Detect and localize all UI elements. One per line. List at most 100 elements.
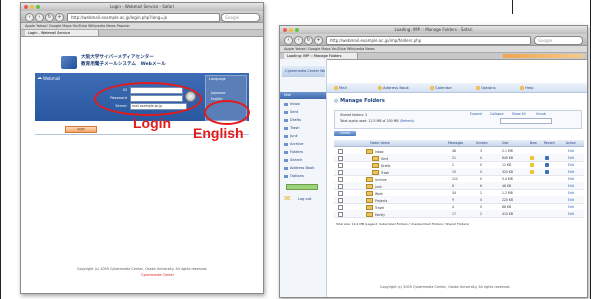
sidebar-item-junk[interactable]: Junk: [284, 134, 298, 138]
cell-size: 12 KB: [502, 163, 511, 167]
sidebar-item-label: Address Book: [290, 166, 315, 170]
sidebar-item-label: Junk: [290, 134, 298, 138]
menu-icon: [476, 86, 480, 90]
create-folder-button[interactable]: Create: [334, 131, 356, 136]
cell-messages: 6: [452, 184, 454, 188]
login-tab[interactable]: Login - Webmail Service: [25, 30, 99, 36]
menu-options[interactable]: Options: [476, 85, 496, 90]
login-footer: Copyright (c) 2009 Cybermedia Center, Os…: [77, 267, 208, 271]
mail-search-box[interactable]: Google: [534, 36, 583, 45]
cell-text: Edit: [568, 197, 574, 202]
column-header[interactable]: Messages: [448, 141, 463, 145]
new-mail-icon: [530, 169, 534, 174]
cell-text: 48: [452, 148, 456, 153]
view-option-expand[interactable]: Expand: [470, 112, 482, 116]
login-footer-link[interactable]: Cybermedia Center: [141, 273, 174, 277]
cell-action[interactable]: Edit: [568, 149, 574, 153]
cell-unseen: 0: [480, 170, 482, 174]
manual-button[interactable]: Login: [65, 126, 97, 133]
login-bookmarks-bar[interactable]: Apple Yahoo! Google Maps YouTube Wikiped…: [21, 23, 263, 30]
reload-icon[interactable]: ↻: [45, 13, 54, 22]
mail-back-arrow-icon[interactable]: ‹: [284, 36, 293, 45]
webmail-cloud-icon: ☁: [37, 75, 42, 81]
cell-text: Junk: [375, 184, 382, 189]
sidebar-item-drafts[interactable]: Drafts: [284, 118, 301, 122]
cell-text: 6: [480, 183, 482, 188]
cell-text: Edit: [568, 183, 574, 188]
cell-action[interactable]: Edit: [568, 163, 574, 167]
new-mail-icon: [530, 162, 534, 167]
manage-folders-heading: ◎ Manage Folders: [334, 98, 385, 104]
language-option-japanese[interactable]: Japanese: [211, 91, 225, 95]
column-header[interactable]: Folder Name: [370, 141, 390, 145]
cell-action[interactable]: Edit: [568, 198, 574, 202]
folder-icon: [366, 211, 373, 217]
sidebar-item-label: Archive: [290, 142, 304, 146]
cell-action[interactable]: Edit: [568, 184, 574, 188]
cell-text: Sent: [381, 156, 389, 161]
cell-text: 2.1 MB: [502, 148, 513, 153]
view-option-collapse[interactable]: Collapse: [490, 112, 504, 116]
cell-action[interactable]: Edit: [568, 205, 574, 209]
mail-address-bar[interactable]: http://webmail.example.ac.jp/imp/folders…: [326, 36, 531, 45]
menu-help[interactable]: Help: [520, 85, 534, 90]
cell-action[interactable]: Edit: [568, 191, 574, 195]
login-address-bar[interactable]: http://webmail.example.ac.jp/login.php?l…: [67, 13, 220, 22]
cell-text: Edit: [568, 211, 574, 216]
menu-calendar[interactable]: Calendar: [430, 85, 452, 90]
menu-address-book[interactable]: Address Book: [378, 85, 409, 90]
cell-action[interactable]: Edit: [568, 170, 574, 174]
cell-text: 12 KB: [502, 162, 512, 167]
login-search-box[interactable]: Google: [221, 13, 260, 22]
sidebar-item-sent[interactable]: Sent: [284, 110, 298, 114]
column-header[interactable]: New: [530, 141, 537, 145]
mail-reload-icon[interactable]: ↻: [304, 36, 313, 45]
logout-link[interactable]: Log out: [298, 197, 311, 201]
cell-name[interactable]: Family: [366, 211, 385, 217]
sidebar-item-folders[interactable]: Folders: [284, 150, 303, 154]
column-header[interactable]: Recent: [544, 141, 555, 145]
recent-mail-icon: [545, 162, 549, 167]
cell-text: 48 KB: [502, 183, 512, 188]
sidebar-item-inbox[interactable]: Inbox: [284, 102, 300, 106]
cell-text: 410 KB: [502, 211, 514, 216]
cell-text: 0: [480, 155, 482, 160]
column-header[interactable]: Unseen: [476, 141, 488, 145]
back-arrow-icon[interactable]: ‹: [25, 13, 34, 22]
cell-text: Work: [375, 191, 383, 196]
cell-action[interactable]: Edit: [568, 212, 574, 216]
mail-bookmarks-bar[interactable]: Apple Yahoo! Google Maps YouTube Wikiped…: [280, 46, 587, 53]
cell-size: 640 KB: [502, 156, 513, 160]
folder-icon: [284, 166, 288, 170]
sidebar-item-archive[interactable]: Archive: [284, 142, 303, 146]
info-field-box[interactable]: [500, 118, 552, 124]
mail-footer-text: Copyright (c) 2009 Cybermedia Center, Os…: [380, 285, 511, 289]
add-bookmark-icon[interactable]: +: [55, 13, 64, 22]
column-header[interactable]: Size: [502, 141, 508, 145]
mail-forward-arrow-icon[interactable]: ›: [294, 36, 303, 45]
column-header[interactable]: Action: [566, 141, 576, 145]
menu-label: Address Book: [383, 85, 409, 90]
cell-text: Edit: [568, 162, 574, 167]
cell-action[interactable]: Edit: [568, 177, 574, 181]
mail-add-bookmark-icon[interactable]: +: [314, 36, 323, 45]
view-option-unsub[interactable]: Unsub: [536, 112, 546, 116]
folder-icon: [284, 126, 288, 130]
sidebar-item-options[interactable]: Options: [284, 174, 304, 178]
cell-action[interactable]: Edit: [568, 156, 574, 160]
cell-text: Edit: [568, 155, 574, 160]
login-callout-label: Login: [133, 115, 172, 131]
menu-icon: [430, 86, 434, 90]
sidebar-item-address-book[interactable]: Address Book: [284, 166, 314, 170]
menu-mail[interactable]: Mail: [334, 85, 347, 90]
refresh-link[interactable]: (Refresh): [400, 119, 415, 123]
cell-text: 640 KB: [502, 155, 514, 160]
row-checkbox[interactable]: [338, 212, 343, 217]
view-option-show-all[interactable]: Show All: [512, 112, 526, 116]
cell-text: Edit: [568, 169, 574, 174]
sidebar-item-search[interactable]: Search: [284, 158, 302, 162]
folder-icon: [284, 158, 288, 162]
forward-arrow-icon[interactable]: ›: [35, 13, 44, 22]
cell-text: 88 KB: [502, 204, 512, 209]
sidebar-item-trash[interactable]: Trash: [284, 126, 300, 130]
